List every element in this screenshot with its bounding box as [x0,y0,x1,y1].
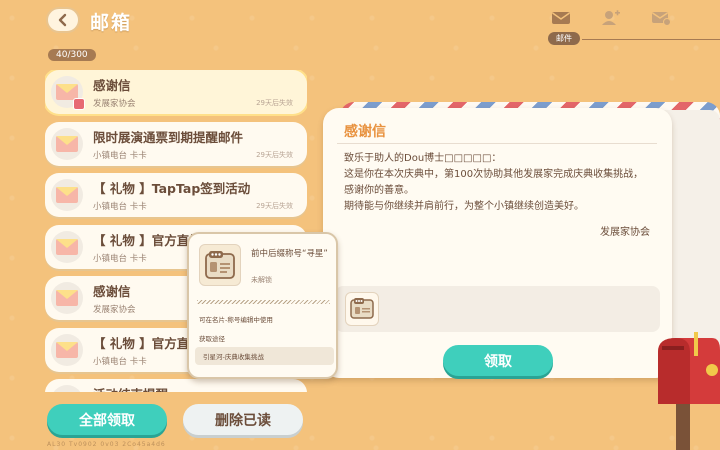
mail-title: 【 礼物 】官方直 [93,335,190,351]
letter-signature: 发展家协会 [600,227,650,238]
mail-count-badge: 40/300 [48,49,96,61]
item-source-row: 引星河-庆典收集挑战 [195,347,334,365]
mail-sender: 小镇电台 卡卡 [93,253,147,264]
attachment-area [335,286,660,332]
letter-divider [337,143,657,144]
mail-sender: 小镇电台 卡卡 [93,202,147,212]
attachment-badge [73,98,85,110]
delete-read-button[interactable]: 删除已读 [183,404,303,435]
item-usage: 可在名片-称号编辑中使用 [199,316,273,324]
back-button[interactable] [46,7,80,33]
mail-title: 【 礼物 】官方直播 [93,232,202,248]
mail-expire: 29天后失效 [256,150,293,159]
item-tooltip: 前中后缀称号“寻星” 未解锁 可在名片-称号编辑中使用 获取途径 引星河-庆典收… [187,232,338,379]
tab-system-mail[interactable] [650,9,672,27]
tab-friend-mail[interactable] [600,9,622,27]
active-tab-label: 邮件 [548,32,580,45]
top-tabs [550,9,672,27]
tab-underline [582,39,720,40]
mail-item[interactable]: 感谢信 发展家协会 29天后失效 [45,70,307,114]
item-source: 引星河-庆典收集挑战 [203,353,264,361]
letter-greeting: 致乐于助人的Dou博士□□□□□： [344,153,502,164]
mail-sender: 小镇电台 卡卡 [93,356,147,367]
envelope-icon [51,76,85,110]
envelope-icon [51,179,83,211]
item-status: 未解锁 [251,276,272,284]
mail-item[interactable]: 【 礼物 】TapTap签到活动 小镇电台 卡卡 29天后失效 [45,173,307,217]
version-info: AL30 Tv0902 0v03 2Co45a4d6 [47,441,166,448]
envelope-icon [51,385,83,392]
tab-mail[interactable] [550,9,572,27]
letter-paragraph: 这是你在本次庆典中，第100次协助其他发展家完成庆典收集挑战，感谢你的善意。 [344,169,644,196]
mail-expire: 29天后失效 [256,99,293,107]
title-card-icon [350,298,374,319]
arrow-left-icon [58,13,67,27]
item-source-label: 获取途径 [199,335,225,343]
mail-icon [552,12,570,24]
mail-title: 【 礼物 】TapTap签到活动 [93,181,251,196]
mail-sender: 小镇电台 卡卡 [93,150,147,161]
letter-card: 感谢信 致乐于助人的Dou博士□□□□□： 这是你在本次庆典中，第100次协助其… [323,108,672,378]
mail-item[interactable]: 活动结束提醒 [45,379,307,392]
mail-item[interactable]: 限时展演通票到期提醒邮件 小镇电台 卡卡 29天后失效 [45,121,307,166]
page-title: 邮箱 [90,12,133,34]
mail-expire: 29天后失效 [256,202,293,210]
mail-title: 活动结束提醒 [93,384,168,392]
mail-sender: 发展家协会 [93,305,136,315]
envelope-icon [51,282,83,314]
mail-title: 感谢信 [93,284,131,299]
claim-button[interactable]: 领取 [443,345,553,376]
mail-sender: 发展家协会 [93,99,136,109]
letter-paragraph: 期待能与你继续并肩前行，为整个小镇继续创造美好。 [344,201,584,212]
letter-title: 感谢信 [344,124,386,140]
letter-body: 致乐于助人的Dou博士□□□□□： 这是你在本次庆典中，第100次协助其他发展家… [344,151,652,215]
mail-title: 感谢信 [93,78,131,93]
envelope-icon [51,230,83,263]
mail-title: 限时展演通票到期提醒邮件 [93,129,244,145]
envelope-icon [51,127,83,160]
claim-all-button[interactable]: 全部领取 [47,404,167,435]
popup-divider [197,300,330,304]
mail-check-icon [652,12,671,26]
mailbox-icon [658,332,720,450]
title-card-icon [199,244,241,286]
add-friend-icon [602,10,620,25]
attachment-item[interactable] [345,292,379,326]
item-name: 前中后缀称号“寻星” [251,249,328,259]
envelope-icon [51,333,83,366]
